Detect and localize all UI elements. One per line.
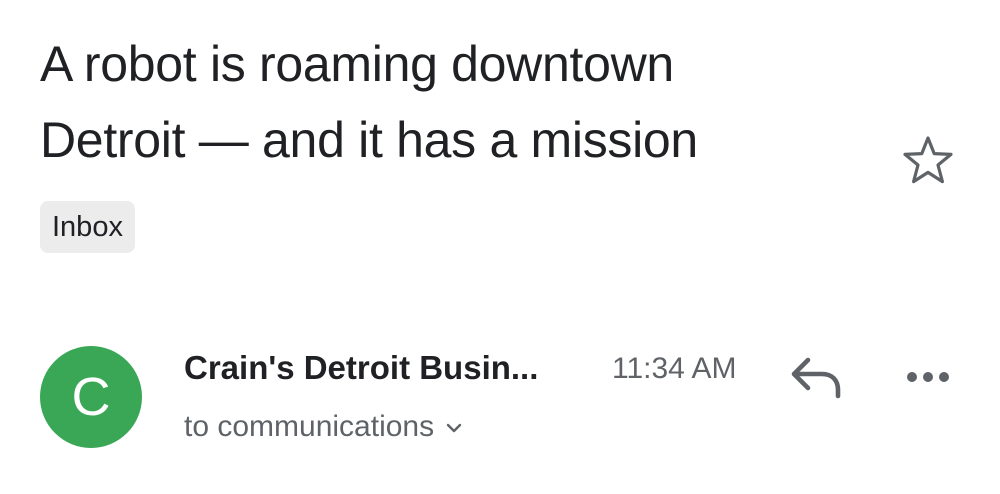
avatar-initial: C: [71, 367, 111, 427]
more-options-icon[interactable]: [898, 356, 958, 396]
subject-line-2: Detroit — and it has a mission: [40, 112, 698, 168]
chevron-down-icon: [446, 423, 462, 433]
email-subject: A robot is roaming downtown Detroit — an…: [40, 26, 860, 178]
sender-name[interactable]: Crain's Detroit Busin...: [184, 345, 538, 391]
subject-line-1: A robot is roaming downtown: [40, 36, 674, 92]
inbox-label-chip[interactable]: Inbox: [40, 201, 135, 253]
recipient-text: to communications: [184, 410, 435, 443]
sender-avatar[interactable]: C: [40, 346, 142, 448]
star-icon[interactable]: [900, 133, 956, 189]
recipient-details-toggle[interactable]: to communications: [184, 404, 464, 450]
message-time: 11:34 AM: [612, 352, 737, 385]
label-text: Inbox: [52, 211, 123, 243]
reply-icon[interactable]: [788, 352, 846, 400]
